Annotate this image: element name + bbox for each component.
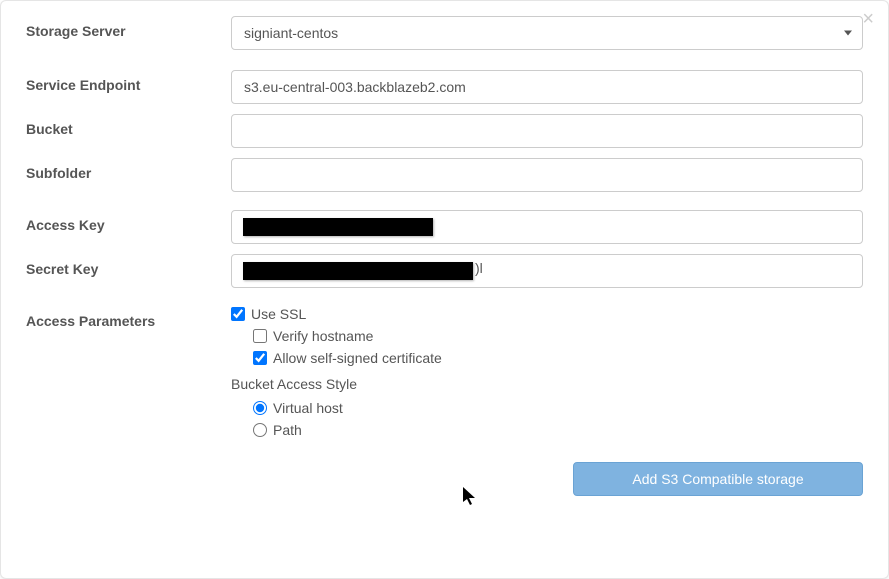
access-key-label: Access Key (26, 210, 231, 233)
redaction-bar (243, 218, 433, 236)
access-parameters-label: Access Parameters (26, 306, 231, 329)
bucket-row: Bucket (26, 114, 863, 148)
storage-server-label: Storage Server (26, 16, 231, 39)
access-key-row: Access Key (26, 210, 863, 244)
bucket-access-style-heading: Bucket Access Style (231, 376, 863, 392)
virtual-host-label: Virtual host (273, 400, 343, 416)
access-parameters-row: Access Parameters Use SSL Verify hostnam… (26, 306, 863, 444)
verify-hostname-label: Verify hostname (273, 328, 373, 344)
bucket-label: Bucket (26, 114, 231, 137)
bucket-input[interactable] (231, 114, 863, 148)
allow-self-signed-label: Allow self-signed certificate (273, 350, 442, 366)
storage-server-select[interactable]: signiant-centos (231, 16, 863, 50)
redaction-bar (243, 262, 473, 280)
allow-self-signed-checkbox[interactable] (253, 351, 267, 365)
virtual-host-radio-row: Virtual host (253, 400, 863, 416)
secret-key-trail: )l (475, 260, 483, 276)
use-ssl-label: Use SSL (251, 306, 306, 322)
storage-config-modal: × Storage Server signiant-centos Service… (0, 0, 889, 579)
use-ssl-checkbox-row: Use SSL (231, 306, 863, 322)
add-storage-button[interactable]: Add S3 Compatible storage (573, 462, 863, 496)
secret-key-label: Secret Key (26, 254, 231, 277)
allow-self-signed-checkbox-row: Allow self-signed certificate (253, 350, 863, 366)
storage-server-value: signiant-centos (244, 25, 338, 41)
close-icon[interactable]: × (862, 9, 874, 29)
service-endpoint-input[interactable] (231, 70, 863, 104)
storage-server-row: Storage Server signiant-centos (26, 16, 863, 50)
service-endpoint-label: Service Endpoint (26, 70, 231, 93)
modal-footer: Add S3 Compatible storage (26, 462, 863, 496)
use-ssl-checkbox[interactable] (231, 307, 245, 321)
secret-key-row: Secret Key )l (26, 254, 863, 288)
subfolder-label: Subfolder (26, 158, 231, 181)
path-radio-row: Path (253, 422, 863, 438)
path-radio[interactable] (253, 423, 267, 437)
virtual-host-radio[interactable] (253, 401, 267, 415)
verify-hostname-checkbox-row: Verify hostname (253, 328, 863, 344)
subfolder-row: Subfolder (26, 158, 863, 192)
path-label: Path (273, 422, 302, 438)
caret-down-icon (844, 31, 852, 36)
service-endpoint-row: Service Endpoint (26, 70, 863, 104)
verify-hostname-checkbox[interactable] (253, 329, 267, 343)
subfolder-input[interactable] (231, 158, 863, 192)
